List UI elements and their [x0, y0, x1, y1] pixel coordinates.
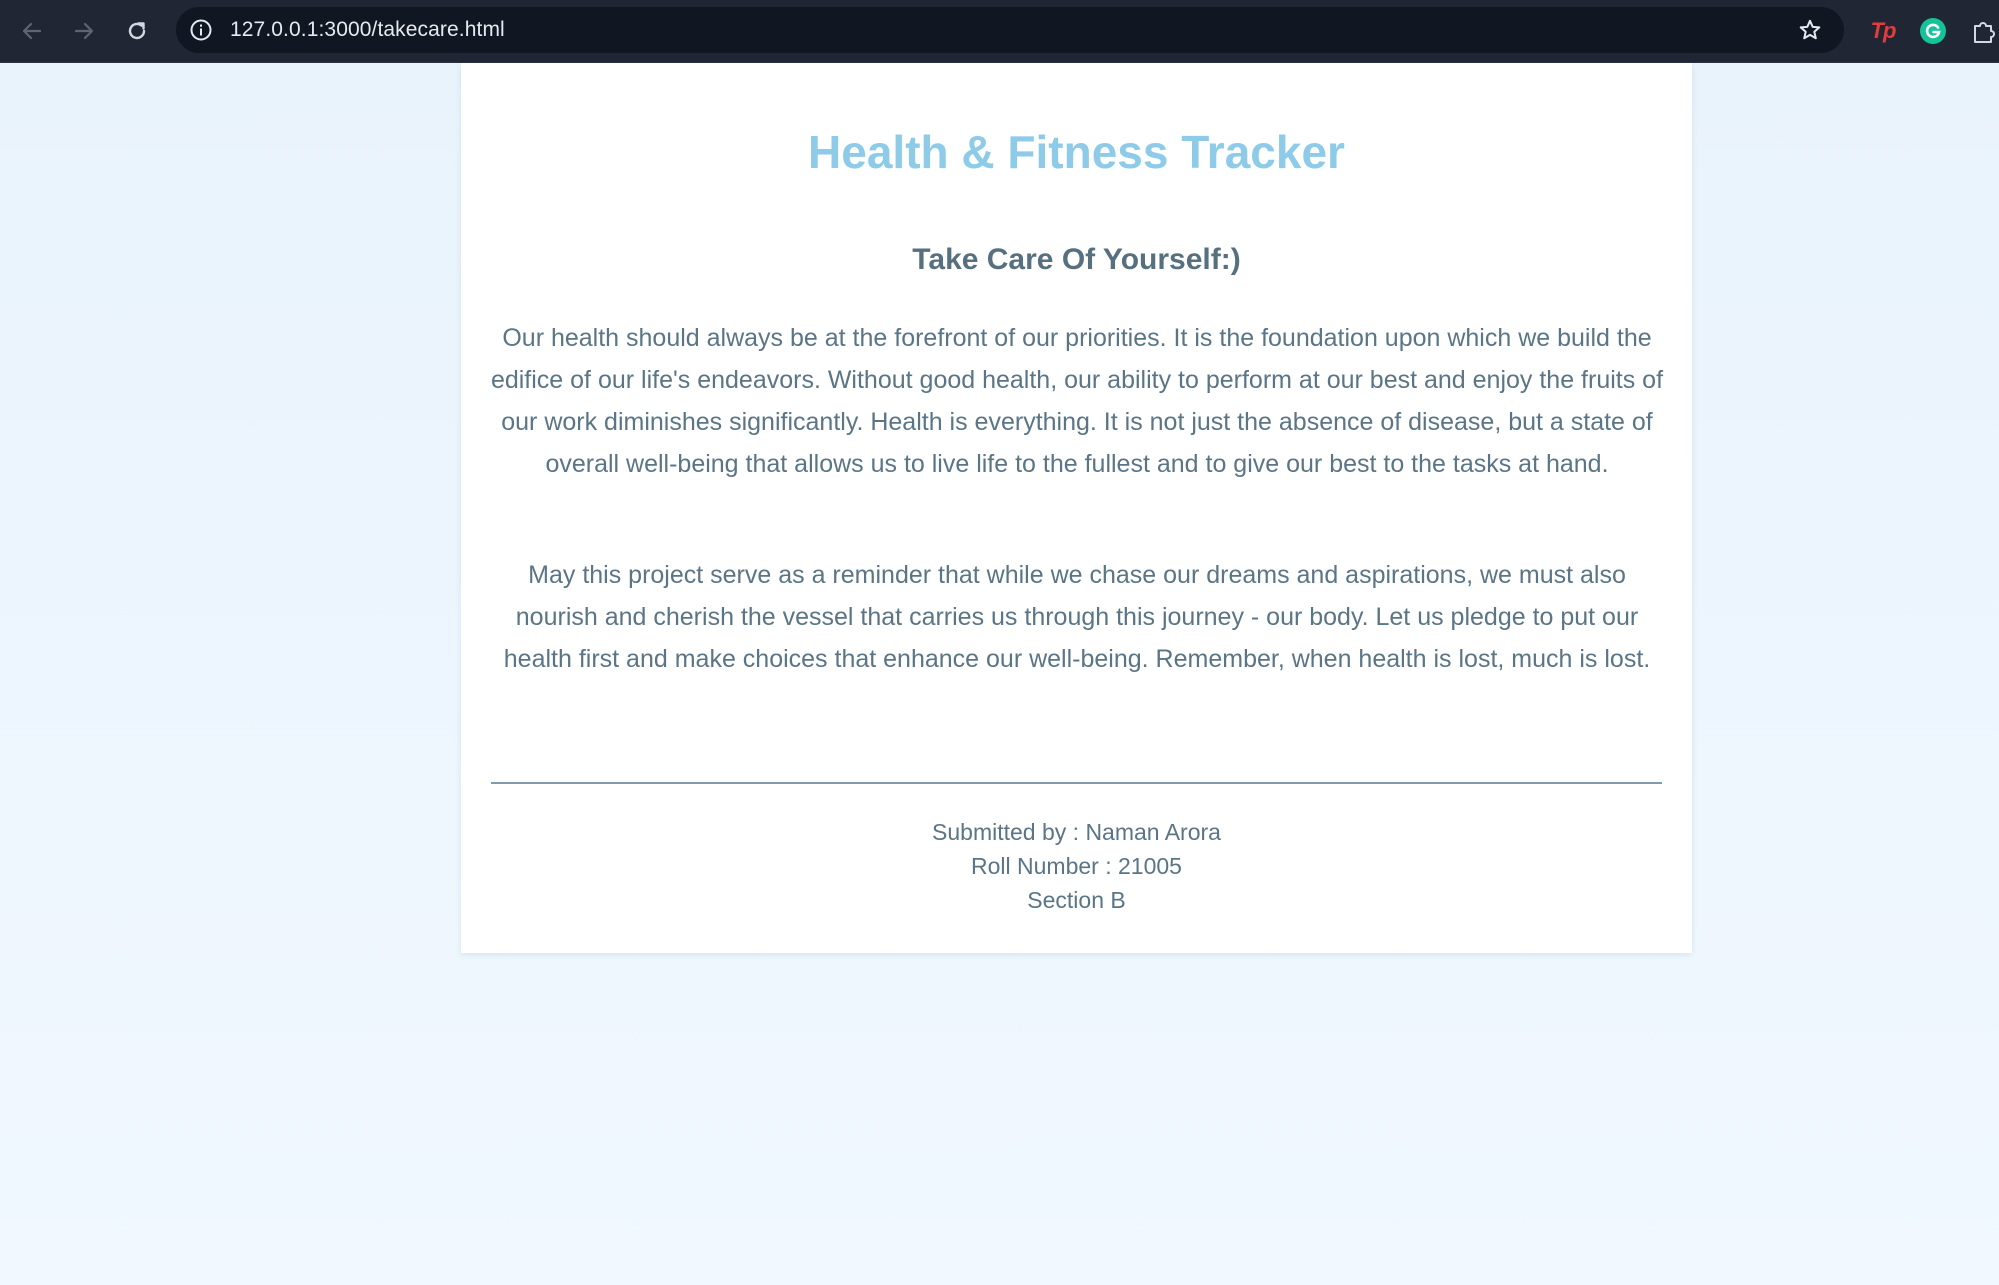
- grammarly-icon[interactable]: [1916, 13, 1950, 49]
- forward-button[interactable]: [65, 12, 103, 50]
- tp-extension-icon[interactable]: Tp: [1866, 13, 1900, 49]
- page-background: Health & Fitness Tracker Take Care Of Yo…: [0, 63, 1999, 1285]
- page-title: Health & Fitness Tracker: [808, 126, 1345, 178]
- section-text: Section B: [1027, 887, 1126, 913]
- arrow-left-icon: [22, 22, 42, 40]
- section-heading: Take Care Of Yourself:): [912, 243, 1241, 276]
- puzzle-icon[interactable]: [1968, 13, 1999, 49]
- intro-paragraph: Our health should always be at the foref…: [490, 324, 1664, 478]
- submitted-by-text: Submitted by : Naman Arora: [932, 819, 1221, 845]
- content-card: Health & Fitness Tracker Take Care Of Yo…: [461, 63, 1692, 953]
- back-button[interactable]: [13, 12, 51, 50]
- star-icon[interactable]: [1798, 18, 1822, 42]
- arrow-right-icon: [74, 22, 94, 40]
- url-text[interactable]: 127.0.0.1:3000/takecare.html: [230, 7, 505, 53]
- reload-button[interactable]: [118, 12, 156, 50]
- reload-icon: [128, 22, 146, 40]
- footer-divider: [491, 782, 1662, 784]
- browser-toolbar: 127.0.0.1:3000/takecare.html Tp: [0, 0, 1999, 63]
- info-circle-icon[interactable]: [189, 18, 213, 42]
- roll-number-text: Roll Number : 21005: [971, 853, 1182, 879]
- reminder-paragraph: May this project serve as a reminder tha…: [503, 561, 1651, 673]
- address-bar[interactable]: 127.0.0.1:3000/takecare.html: [176, 7, 1844, 53]
